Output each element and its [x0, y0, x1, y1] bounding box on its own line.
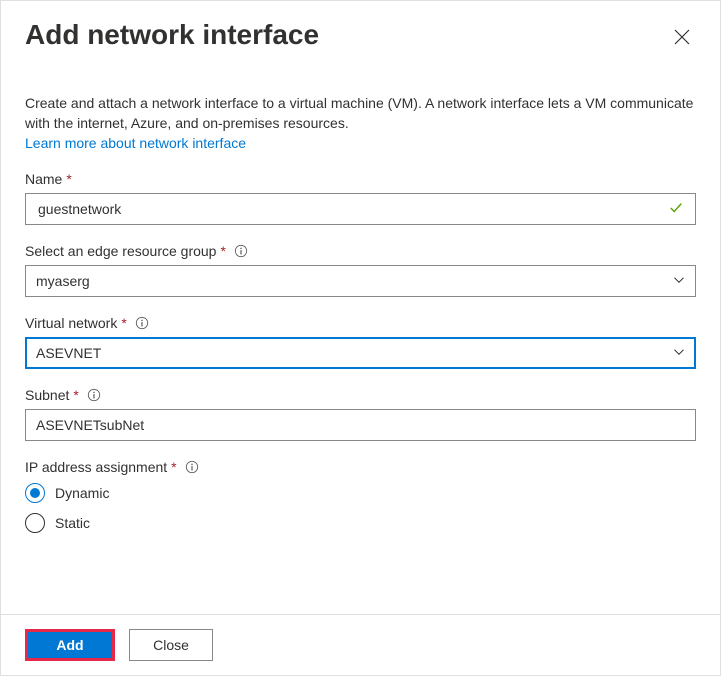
learn-more-link[interactable]: Learn more about network interface [25, 135, 246, 151]
info-icon[interactable] [185, 460, 199, 474]
resource-group-label: Select an edge resource group* [25, 243, 696, 259]
chevron-down-icon [673, 273, 685, 289]
ip-assignment-label: IP address assignment* [25, 459, 696, 475]
close-icon[interactable] [668, 23, 696, 54]
add-button-highlight: Add [25, 629, 115, 661]
vnet-select[interactable]: ASEVNET [25, 337, 696, 369]
check-icon [669, 201, 683, 218]
name-input[interactable] [25, 193, 696, 225]
info-icon[interactable] [135, 316, 149, 330]
subnet-label: Subnet* [25, 387, 696, 403]
radio-static-label: Static [55, 515, 90, 531]
info-icon[interactable] [87, 388, 101, 402]
add-button[interactable]: Add [28, 632, 112, 658]
radio-dynamic[interactable]: Dynamic [25, 483, 696, 503]
resource-group-select[interactable]: myaserg [25, 265, 696, 297]
name-label: Name* [25, 171, 696, 187]
radio-dynamic-label: Dynamic [55, 485, 109, 501]
info-icon[interactable] [234, 244, 248, 258]
chevron-down-icon [673, 345, 685, 361]
description-text: Create and attach a network interface to… [25, 94, 696, 133]
dialog-title: Add network interface [25, 19, 319, 51]
close-button[interactable]: Close [129, 629, 213, 661]
vnet-label: Virtual network* [25, 315, 696, 331]
subnet-input[interactable]: ASEVNETsubNet [25, 409, 696, 441]
radio-static[interactable]: Static [25, 513, 696, 533]
